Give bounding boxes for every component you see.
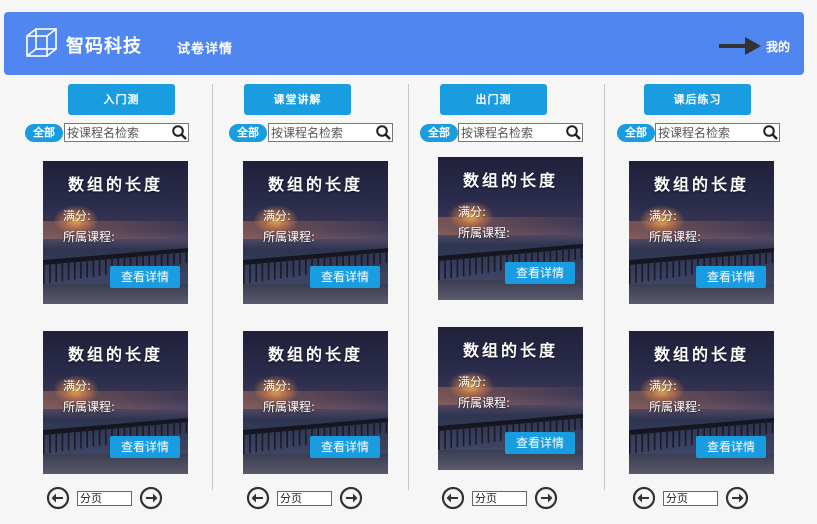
- course-search-box: [655, 123, 780, 142]
- exam-card: 数组的长度满分: 所属课程: 查看详情: [629, 331, 774, 474]
- card-course-label: 所属课程:: [649, 400, 702, 414]
- card-course-label: 所属课程:: [649, 230, 702, 244]
- card-title: 数组的长度: [653, 175, 749, 194]
- arrow-right-icon[interactable]: [717, 34, 763, 58]
- category-tab-button[interactable]: 课后练习: [644, 84, 751, 115]
- page-title: 试卷详情: [177, 42, 234, 57]
- card-title: 数组的长度: [653, 345, 749, 364]
- course-search-input[interactable]: [658, 124, 762, 141]
- mine-link[interactable]: 我的: [766, 38, 790, 55]
- filter-all-button[interactable]: 全部: [617, 124, 655, 142]
- exam-card: 数组的长度满分: 所属课程: 查看详情: [629, 161, 774, 304]
- card-score-label: 满分:: [649, 209, 678, 223]
- view-detail-button[interactable]: 查看详情: [696, 436, 766, 458]
- circle-arrow-right-icon[interactable]: [725, 486, 749, 510]
- view-detail-button[interactable]: 查看详情: [696, 266, 766, 288]
- cube-outline-icon: [26, 28, 57, 57]
- top-header-bar: 智码科技 试卷详情 我的: [4, 12, 804, 75]
- circle-arrow-left-icon[interactable]: [632, 486, 656, 510]
- exam-column: 课后练习全部数组的长度满分:所属课程:查看详情数组的长度满分:所属课程:查看详情…: [0, 84, 817, 520]
- search-icon[interactable]: [762, 124, 779, 141]
- page-number-input[interactable]: 分页: [663, 491, 718, 506]
- pagination: 分页: [632, 486, 757, 510]
- card-score-label: 满分:: [649, 379, 678, 393]
- company-logo-text: 智码科技: [66, 36, 142, 57]
